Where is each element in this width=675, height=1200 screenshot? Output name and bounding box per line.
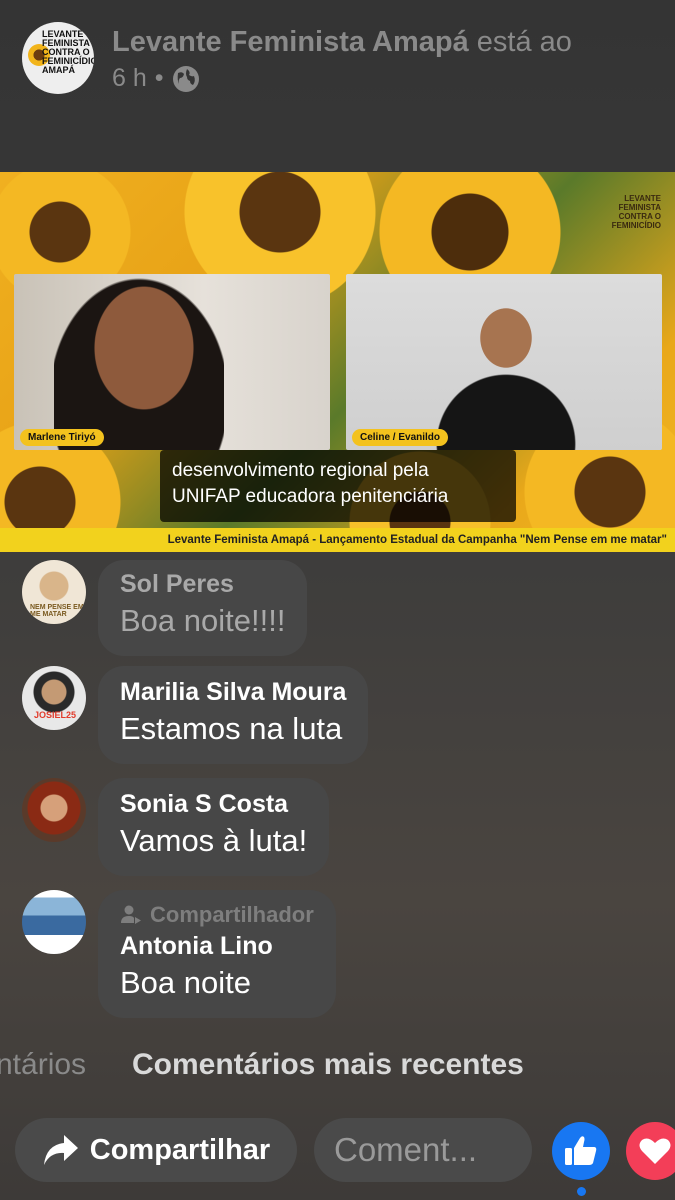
share-button[interactable]: Compartilhar (15, 1118, 297, 1182)
video-caption: desenvolvimento regional pela UNIFAP edu… (160, 450, 516, 522)
meta-separator: • (154, 64, 164, 92)
interpreter-person (436, 304, 576, 450)
like-active-dot (577, 1187, 586, 1196)
avatar[interactable]: NEM PENSE EM ME MATAR (22, 560, 86, 624)
heart-icon (639, 1138, 671, 1164)
comment-text: Vamos à luta! (120, 823, 308, 858)
page-avatar[interactable]: LEVANTE FEMINISTA CONTRA O FEMINICÍDIO AMAPÁ (22, 22, 94, 94)
sharer-badge: Compartilhador (120, 900, 314, 930)
like-button[interactable] (552, 1122, 610, 1180)
comment-bubble[interactable]: Sonia S Costa Vamos à luta! (98, 778, 330, 876)
post-meta: 6 h • (112, 64, 200, 93)
speaker-person (54, 278, 224, 450)
interpreter-name-tag: Celine / Evanildo (352, 429, 449, 446)
person-share-icon (121, 905, 141, 924)
speaker-camera-left: Marlene Tiriyó (14, 274, 330, 450)
comment-author[interactable]: Marilia Silva Moura (120, 676, 346, 708)
page-title[interactable]: Levante Feminista Amapá está ao (112, 26, 572, 59)
interpreter-camera-right: Celine / Evanildo (346, 274, 662, 450)
comment-item: Compartilhador Antonia Lino Boa noite (22, 890, 336, 1018)
post-time[interactable]: 6 h (112, 64, 147, 93)
live-status-text: está ao (476, 26, 572, 58)
avatar-logo-text: LEVANTE FEMINISTA CONTRA O FEMINICÍDIO AMAPÁ (42, 29, 94, 75)
avatar[interactable]: JOSIEL25 (22, 666, 86, 730)
comment-input[interactable]: Coment... (314, 1118, 532, 1182)
tab-most-recent[interactable]: Comentários mais recentes (132, 1048, 524, 1082)
comment-item: NEM PENSE EM ME MATAR Sol Peres Boa noit… (22, 560, 308, 656)
live-video[interactable]: LEVANTE FEMINISTA CONTRA O FEMINICÍDIO Marl… (0, 172, 675, 552)
caption-line: desenvolvimento regional pela (172, 460, 429, 481)
comment-author[interactable]: Antonia Lino (120, 930, 314, 962)
comment-text: Boa noite!!!! (120, 603, 286, 638)
share-arrow-icon (43, 1135, 78, 1165)
video-banner: Levante Feminista Amapá - Lançamento Est… (0, 528, 675, 552)
avatar-caption: NEM PENSE EM ME MATAR (30, 604, 84, 618)
page-name[interactable]: Levante Feminista Amapá (112, 26, 469, 58)
speaker-name-tag: Marlene Tiriyó (20, 429, 104, 446)
comment-bubble[interactable]: Sol Peres Boa noite!!!! (98, 560, 308, 656)
sharer-label: Compartilhador (150, 902, 314, 927)
share-label: Compartilhar (89, 1133, 271, 1166)
comment-bubble[interactable]: Marilia Silva Moura Estamos na luta (98, 666, 369, 764)
comment-author[interactable]: Sonia S Costa (120, 788, 307, 820)
comment-author[interactable]: Sol Peres (120, 568, 285, 600)
thumbs-up-icon (565, 1136, 597, 1165)
comment-placeholder: Coment... (334, 1131, 478, 1168)
love-button[interactable] (626, 1122, 675, 1180)
comment-text: Estamos na luta (120, 711, 343, 746)
tab-previous[interactable]: ntários (0, 1048, 86, 1082)
avatar-caption: JOSIEL25 (34, 710, 77, 720)
globe-icon (172, 65, 199, 92)
avatar[interactable] (22, 890, 86, 954)
video-logo: LEVANTE FEMINISTA CONTRA O FEMINICÍDIO (611, 194, 661, 230)
comment-bubble[interactable]: Compartilhador Antonia Lino Boa noite (98, 890, 336, 1018)
comment-text: Boa noite (120, 965, 251, 1000)
caption-line: UNIFAP educadora penitenciária (172, 486, 449, 507)
avatar[interactable] (22, 778, 86, 842)
comment-item: Sonia S Costa Vamos à luta! (22, 778, 330, 876)
comment-item: JOSIEL25 Marilia Silva Moura Estamos na … (22, 666, 369, 764)
